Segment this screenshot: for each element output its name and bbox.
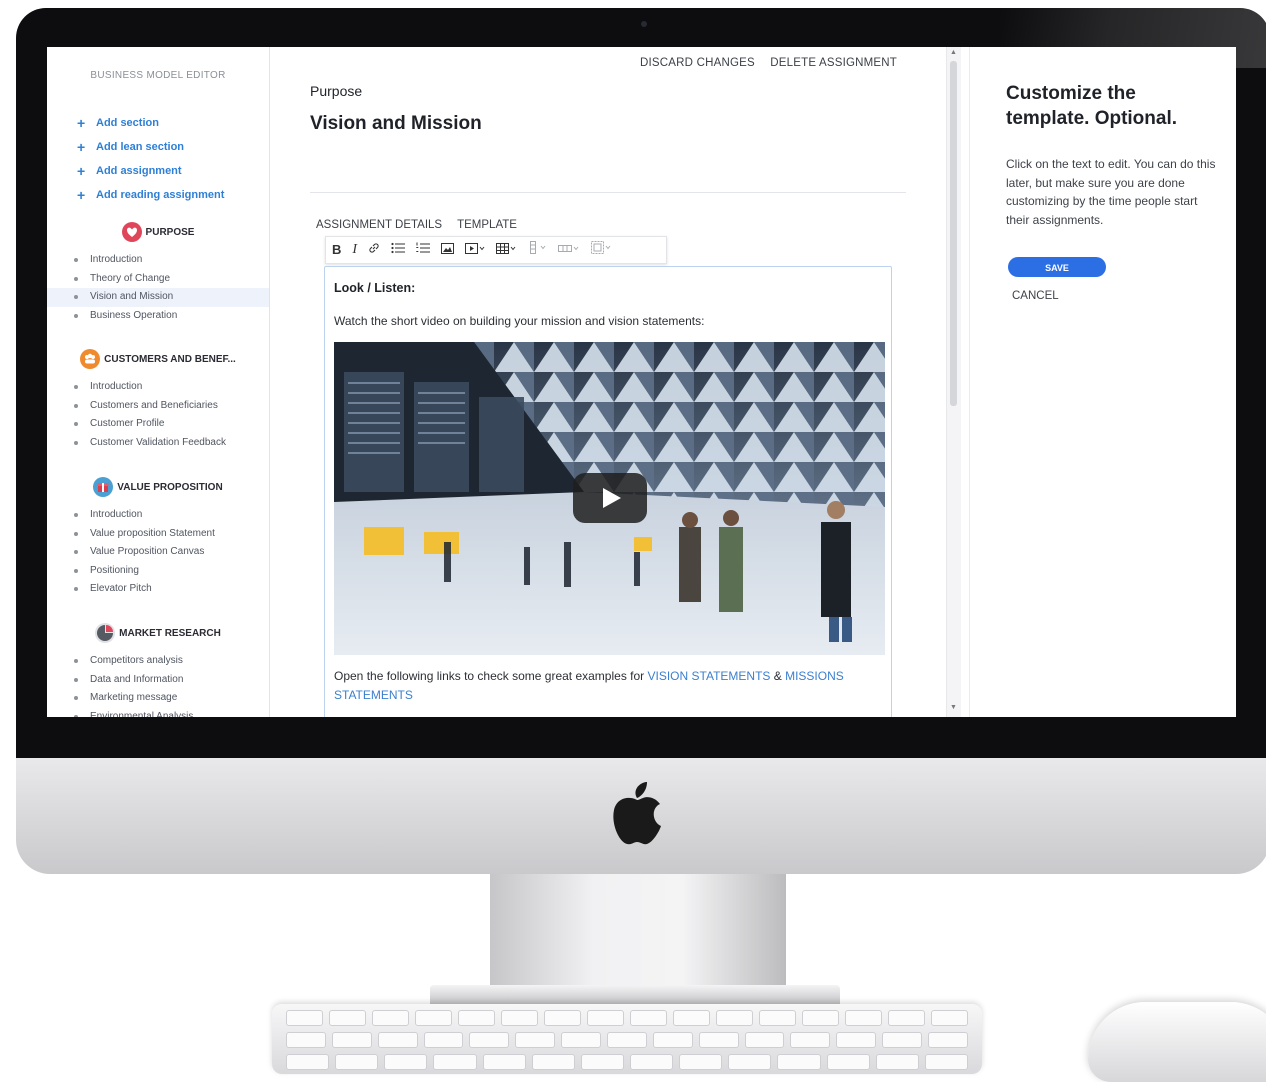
cancel-button[interactable]: CANCEL: [1012, 290, 1059, 302]
add-actions: + Add section + Add lean section + Add assi…: [77, 111, 224, 207]
section-header-purpose[interactable]: PURPOSE: [47, 219, 269, 245]
section-header-customers[interactable]: CUSTOMERS AND BENEF...: [47, 346, 269, 372]
merge-cells-icon[interactable]: [591, 237, 613, 263]
add-assignment-button[interactable]: + Add assignment: [77, 159, 224, 183]
bulleted-list-icon[interactable]: [391, 237, 406, 263]
sidebar-item-customers-and-beneficiaries[interactable]: Customers and Beneficiaries: [47, 397, 269, 416]
section-value-proposition: VALUE PROPOSITION Introduction Value pro…: [47, 474, 269, 599]
sidebar-item-customer-validation-feedback[interactable]: Customer Validation Feedback: [47, 434, 269, 453]
add-reading-assignment-button[interactable]: + Add reading assignment: [77, 183, 224, 207]
add-lean-section-label: Add lean section: [96, 141, 185, 153]
customize-panel: Customize the template. Optional. Click …: [969, 47, 1236, 717]
tab-template[interactable]: TEMPLATE: [457, 219, 517, 231]
italic-icon[interactable]: I: [352, 237, 357, 263]
rich-text-editor[interactable]: Look / Listen: Watch the short video on …: [324, 266, 892, 717]
sidebar-item-marketing-message[interactable]: Marketing message: [47, 689, 269, 708]
page-title[interactable]: Vision and Mission: [310, 113, 482, 135]
sidebar-item-introduction[interactable]: Introduction: [47, 506, 269, 525]
section-title: PURPOSE: [145, 226, 195, 238]
link-icon[interactable]: [368, 237, 380, 263]
section-market-research: MARKET RESEARCH Competitors analysis Dat…: [47, 620, 269, 717]
links-intro-text: Open the following links to check some g…: [334, 669, 648, 683]
plus-icon: +: [77, 115, 86, 131]
tab-assignment-details[interactable]: ASSIGNMENT DETAILS: [316, 219, 442, 231]
embedded-video[interactable]: [334, 342, 885, 655]
table-icon[interactable]: [496, 237, 516, 263]
sidebar-item-introduction[interactable]: Introduction: [47, 251, 269, 270]
editor-heading[interactable]: Look / Listen:: [334, 281, 415, 295]
section-title: MARKET RESEARCH: [119, 627, 221, 639]
section-header-market-research[interactable]: MARKET RESEARCH: [47, 620, 269, 646]
mouse: [1088, 1002, 1266, 1082]
add-assignment-label: Add assignment: [96, 165, 182, 177]
sidebar: BUSINESS MODEL EDITOR + Add section + Add …: [47, 47, 270, 717]
bold-icon[interactable]: B: [332, 237, 341, 263]
breadcrumb: Purpose: [310, 83, 363, 99]
scroll-up-icon[interactable]: ▲: [950, 49, 957, 56]
purpose-icon: [121, 222, 142, 242]
plus-icon: +: [77, 187, 86, 203]
add-reading-assignment-label: Add reading assignment: [96, 189, 225, 201]
section-title: CUSTOMERS AND BENEF...: [104, 353, 236, 365]
add-section-button[interactable]: + Add section: [77, 111, 224, 135]
sidebar-title: BUSINESS MODEL EDITOR: [90, 70, 226, 81]
numbered-list-icon[interactable]: [416, 237, 431, 263]
main-content: DISCARD CHANGES DELETE ASSIGNMENT Purpos…: [270, 47, 947, 717]
discard-changes-button[interactable]: DISCARD CHANGES: [640, 57, 755, 69]
app-screen: BUSINESS MODEL EDITOR + Add section + Add …: [47, 47, 1236, 717]
section-customers: CUSTOMERS AND BENEF... Introduction Cust…: [47, 346, 269, 452]
section-purpose: PURPOSE Introduction Theory of Change Vi…: [47, 219, 269, 325]
sidebar-item-environmental-analysis[interactable]: Environmental Analysis: [47, 708, 269, 717]
vision-statements-link[interactable]: VISION STATEMENTS: [648, 669, 771, 683]
add-lean-section-button[interactable]: + Add lean section: [77, 135, 224, 159]
camera-icon: [641, 21, 647, 27]
sidebar-item-customer-profile[interactable]: Customer Profile: [47, 415, 269, 434]
divider: [310, 192, 906, 193]
sidebar-item-value-proposition-statement[interactable]: Value proposition Statement: [47, 525, 269, 544]
main-scrollbar[interactable]: ▲ ▼: [946, 47, 961, 717]
section-title: VALUE PROPOSITION: [117, 481, 223, 493]
panel-title: Customize the template. Optional.: [1006, 83, 1178, 129]
editor-toolbar: B I: [325, 236, 667, 264]
apple-logo-icon: [613, 782, 661, 845]
tab-bar: ASSIGNMENT DETAILS TEMPLATE: [316, 219, 529, 231]
column-icon[interactable]: [527, 237, 547, 263]
sidebar-item-introduction[interactable]: Introduction: [47, 378, 269, 397]
add-section-label: Add section: [96, 117, 159, 129]
sidebar-item-elevator-pitch[interactable]: Elevator Pitch: [47, 580, 269, 599]
scrollbar-thumb[interactable]: [950, 61, 957, 406]
imac-stand-neck: [490, 874, 786, 994]
top-actions: DISCARD CHANGES DELETE ASSIGNMENT: [628, 57, 897, 69]
links-ampersand: &: [770, 669, 786, 683]
media-embed-icon[interactable]: [465, 237, 485, 263]
plus-icon: +: [77, 139, 86, 155]
editor-links-paragraph[interactable]: Open the following links to check some g…: [334, 667, 884, 705]
scroll-down-icon[interactable]: ▼: [950, 704, 957, 711]
sidebar-item-data-and-information[interactable]: Data and Information: [47, 671, 269, 690]
sidebar-item-theory-of-change[interactable]: Theory of Change: [47, 270, 269, 289]
market-research-icon: [95, 623, 116, 643]
video-play-button[interactable]: [573, 473, 647, 523]
keyboard: [272, 1004, 982, 1074]
save-button[interactable]: SAVE: [1008, 257, 1106, 277]
panel-description: Click on the text to edit. You can do th…: [1006, 157, 1216, 227]
delete-assignment-button[interactable]: DELETE ASSIGNMENT: [770, 57, 897, 69]
sidebar-item-business-operation[interactable]: Business Operation: [47, 307, 269, 326]
value-proposition-icon: [93, 477, 114, 497]
image-icon[interactable]: [441, 237, 455, 263]
section-header-value-proposition[interactable]: VALUE PROPOSITION: [47, 474, 269, 500]
sidebar-item-positioning[interactable]: Positioning: [47, 562, 269, 581]
sidebar-item-competitors-analysis[interactable]: Competitors analysis: [47, 652, 269, 671]
customers-icon: [80, 349, 101, 369]
row-icon[interactable]: [558, 237, 580, 263]
sidebar-item-vision-and-mission[interactable]: Vision and Mission: [47, 288, 269, 307]
editor-intro-text[interactable]: Watch the short video on building your m…: [334, 314, 704, 328]
plus-icon: +: [77, 163, 86, 179]
sidebar-item-value-proposition-canvas[interactable]: Value Proposition Canvas: [47, 543, 269, 562]
